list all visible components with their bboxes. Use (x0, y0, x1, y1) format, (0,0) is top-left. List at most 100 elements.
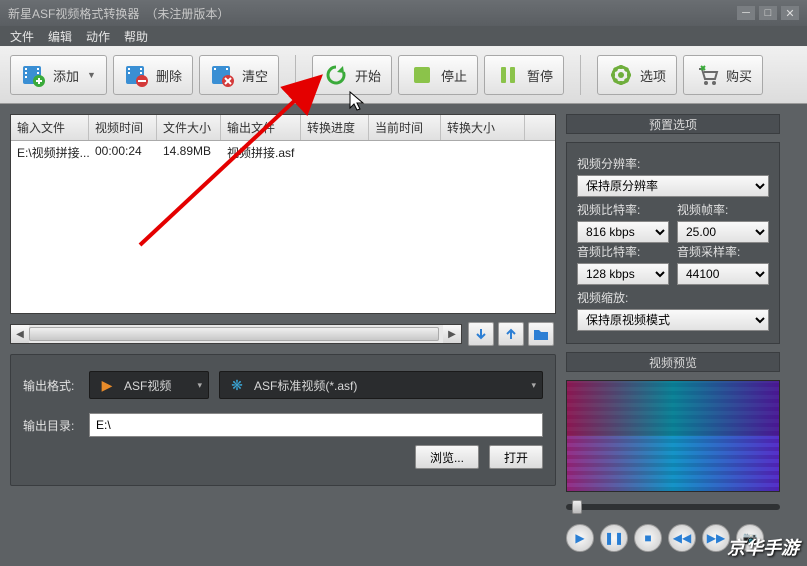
menubar: 文件 编辑 动作 帮助 (0, 26, 807, 46)
version-note: （未注册版本） (145, 5, 229, 22)
move-up-button[interactable] (498, 322, 524, 346)
player-pause-button[interactable]: ❚❚ (600, 524, 628, 552)
th-csize[interactable]: 转换大小 (441, 115, 525, 140)
separator (295, 55, 296, 95)
browse-button[interactable]: 浏览... (415, 445, 479, 469)
sample-rate-select[interactable]: 44100 (677, 263, 769, 285)
next-button[interactable]: ▶▶ (702, 524, 730, 552)
fps-select[interactable]: 25.00 (677, 221, 769, 243)
close-button[interactable]: ✕ (781, 6, 799, 20)
preview-image (567, 381, 779, 491)
film-delete-icon (124, 62, 150, 88)
output-panel: 输出格式: ▶ ASF视频 ▾ ❋ ASF标准视频(*.asf) ▾ 输出目录:… (10, 354, 556, 486)
scroll-thumb[interactable] (29, 327, 439, 341)
delete-button[interactable]: 删除 (113, 55, 193, 95)
chevron-down-icon: ▼ (87, 70, 96, 80)
snapshot-button[interactable]: 📷 (736, 524, 764, 552)
options-button[interactable]: 选项 (597, 55, 677, 95)
audio-bitrate-select[interactable]: 128 kbps (577, 263, 669, 285)
preset-panel: 视频分辨率: 保持原分辨率 视频比特率: 816 kbps 视频帧率: 25.0… (566, 142, 780, 344)
add-label: 添加 (53, 66, 79, 85)
table-header: 输入文件 视频时间 文件大小 输出文件 转换进度 当前时间 转换大小 (11, 115, 555, 141)
cell-progress (301, 141, 369, 164)
menu-file[interactable]: 文件 (10, 28, 34, 45)
output-dir-input[interactable] (89, 413, 543, 437)
cell-output: 视频拼接.asf (221, 141, 301, 164)
horizontal-scrollbar[interactable]: ◀ ▶ (10, 324, 462, 344)
cell-input: E:\视频拼接... (11, 141, 89, 164)
pause-icon (495, 62, 521, 88)
pause-button[interactable]: 暂停 (484, 55, 564, 95)
format-group-select[interactable]: ▶ ASF视频 ▾ (89, 371, 209, 399)
format-detail-text: ASF标准视频(*.asf) (254, 377, 357, 394)
zoom-select[interactable]: 保持原视频模式 (577, 309, 769, 331)
th-input[interactable]: 输入文件 (11, 115, 89, 140)
menu-help[interactable]: 帮助 (124, 28, 148, 45)
chevron-down-icon: ▾ (197, 380, 202, 391)
sparkle-icon: ❋ (226, 374, 248, 396)
minimize-button[interactable]: ─ (737, 6, 755, 20)
refresh-icon (323, 62, 349, 88)
film-add-icon (21, 62, 47, 88)
cell-curtime (369, 141, 441, 164)
film-clear-icon (210, 62, 236, 88)
fps-label: 视频帧率: (677, 201, 769, 218)
chevron-down-icon: ▾ (531, 380, 536, 391)
move-down-button[interactable] (468, 322, 494, 346)
cell-vtime: 00:00:24 (89, 141, 157, 164)
video-bitrate-select[interactable]: 816 kbps (577, 221, 669, 243)
play-button[interactable]: ▶ (566, 524, 594, 552)
dir-label: 输出目录: (23, 417, 79, 434)
cart-icon (694, 62, 720, 88)
stop-icon (409, 62, 435, 88)
menu-action[interactable]: 动作 (86, 28, 110, 45)
buy-label: 购买 (726, 66, 752, 85)
preview-title: 视频预览 (566, 352, 780, 372)
menu-edit[interactable]: 编辑 (48, 28, 72, 45)
delete-label: 删除 (156, 66, 182, 85)
pause-label: 暂停 (527, 66, 553, 85)
cell-csize (441, 141, 525, 164)
play-icon: ▶ (96, 374, 118, 396)
start-label: 开始 (355, 66, 381, 85)
vbr-label: 视频比特率: (577, 201, 669, 218)
th-fsize[interactable]: 文件大小 (157, 115, 221, 140)
separator (580, 55, 581, 95)
seek-slider[interactable] (566, 504, 780, 510)
th-output[interactable]: 输出文件 (221, 115, 301, 140)
clear-button[interactable]: 清空 (199, 55, 279, 95)
titlebar: 新星ASF视频格式转换器 （未注册版本） ─ □ ✕ (0, 0, 807, 26)
prev-button[interactable]: ◀◀ (668, 524, 696, 552)
clear-label: 清空 (242, 66, 268, 85)
cell-fsize: 14.89MB (157, 141, 221, 164)
start-button[interactable]: 开始 (312, 55, 392, 95)
player-stop-button[interactable]: ■ (634, 524, 662, 552)
table-row[interactable]: E:\视频拼接... 00:00:24 14.89MB 视频拼接.asf (11, 141, 555, 164)
format-group-text: ASF视频 (124, 377, 171, 394)
resolution-select[interactable]: 保持原分辨率 (577, 175, 769, 197)
format-detail-select[interactable]: ❋ ASF标准视频(*.asf) ▾ (219, 371, 543, 399)
gear-icon (608, 62, 634, 88)
format-label: 输出格式: (23, 377, 79, 394)
buy-button[interactable]: 购买 (683, 55, 763, 95)
app-name: 新星ASF视频格式转换器 (8, 5, 139, 22)
res-label: 视频分辨率: (577, 155, 769, 172)
add-button[interactable]: 添加 ▼ (10, 55, 107, 95)
th-curtime[interactable]: 当前时间 (369, 115, 441, 140)
th-vtime[interactable]: 视频时间 (89, 115, 157, 140)
folder-button[interactable] (528, 322, 554, 346)
options-label: 选项 (640, 66, 666, 85)
scroll-left-button[interactable]: ◀ (11, 325, 29, 343)
maximize-button[interactable]: □ (759, 6, 777, 20)
asr-label: 音频采样率: (677, 243, 769, 260)
abr-label: 音频比特率: (577, 243, 669, 260)
stop-label: 停止 (441, 66, 467, 85)
open-button[interactable]: 打开 (489, 445, 543, 469)
file-table[interactable]: 输入文件 视频时间 文件大小 输出文件 转换进度 当前时间 转换大小 E:\视频… (10, 114, 556, 314)
th-progress[interactable]: 转换进度 (301, 115, 369, 140)
scroll-right-button[interactable]: ▶ (443, 325, 461, 343)
zoom-label: 视频缩放: (577, 289, 769, 306)
stop-button[interactable]: 停止 (398, 55, 478, 95)
toolbar: 添加 ▼ 删除 清空 开始 停止 暂停 选项 购买 (0, 46, 807, 104)
slider-thumb[interactable] (572, 500, 582, 514)
